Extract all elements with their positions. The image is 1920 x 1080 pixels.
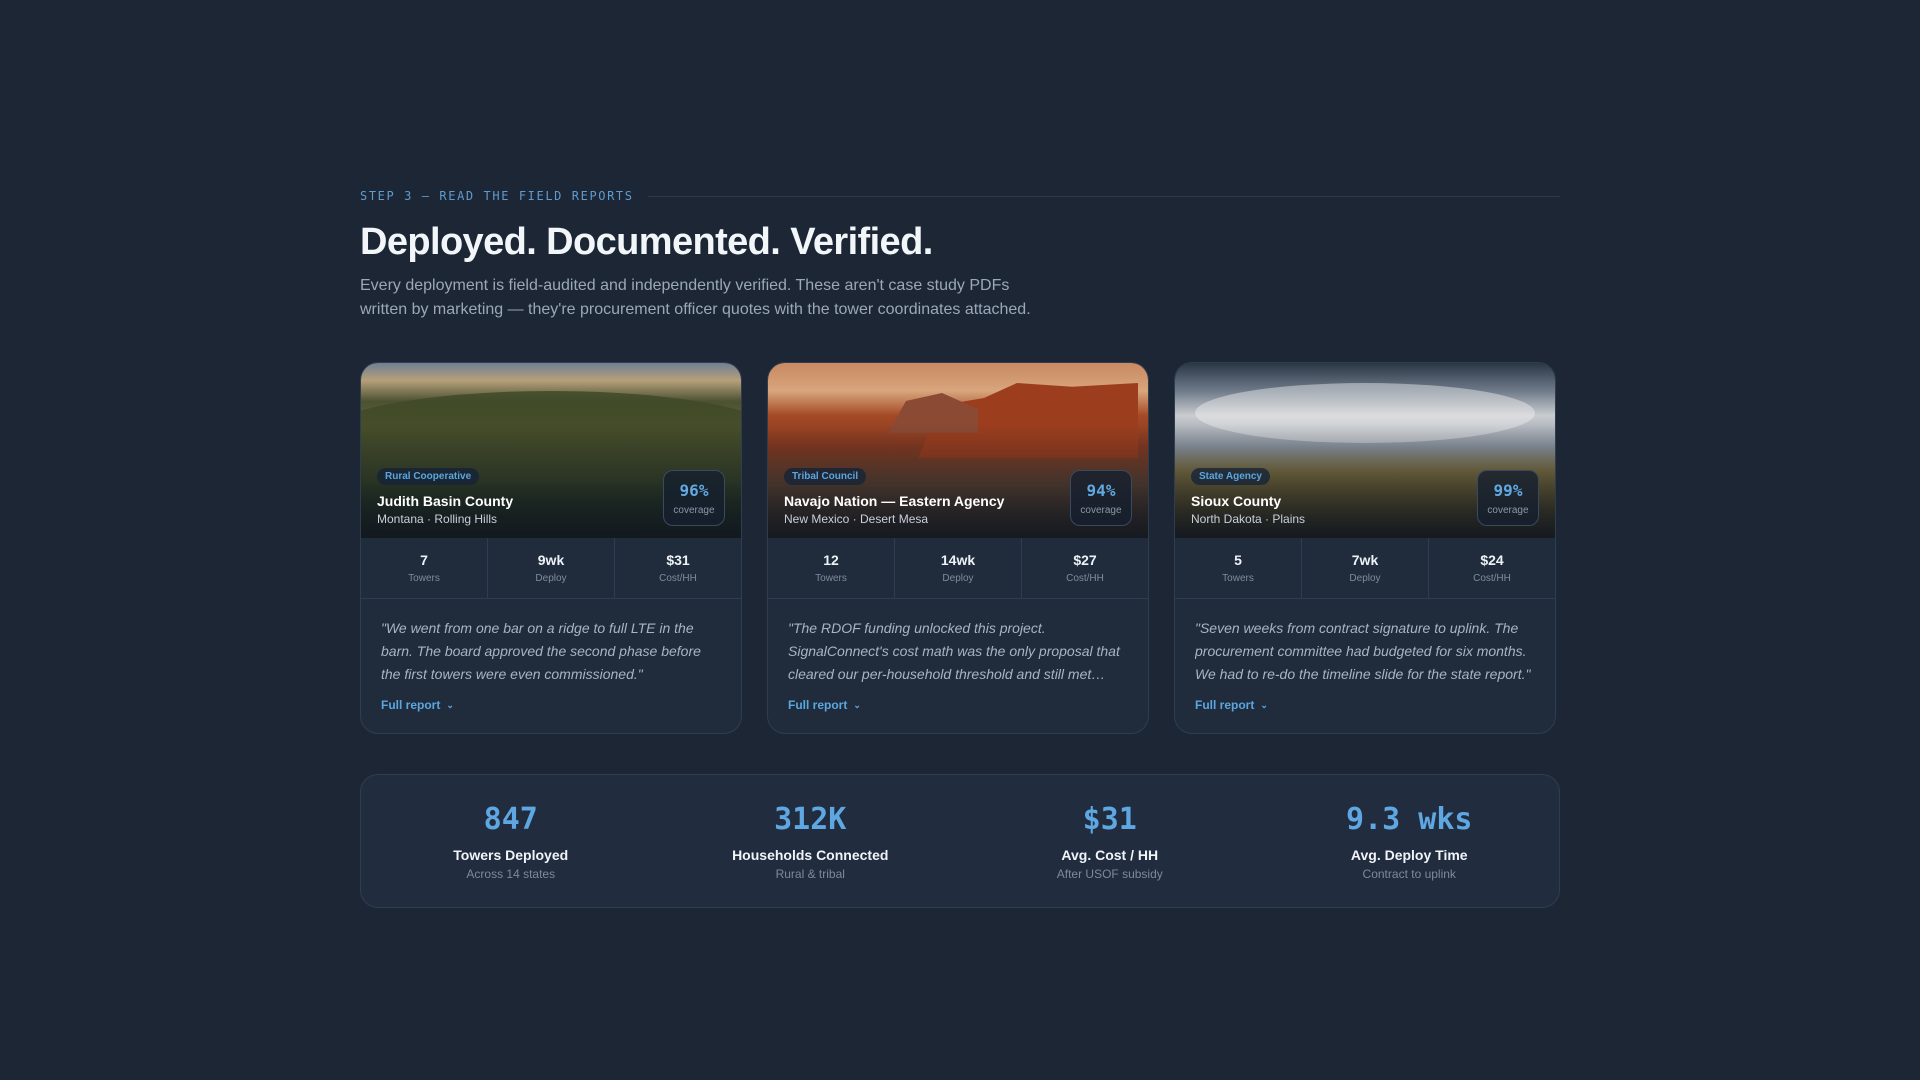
stat-label: Towers [408,573,440,584]
summary-sublabel: Rural & tribal [775,866,845,881]
card-quote-area: "Seven weeks from contract signature to … [1175,599,1555,714]
card-location: Rural Cooperative Judith Basin County Mo… [377,466,513,526]
eyebrow-row: STEP 3 — READ THE FIELD REPORTS [360,186,1560,206]
summary-avg-deploy-time: 9.3 wks Avg. Deploy Time Contract to upl… [1260,802,1560,881]
card-quote-area: "We went from one bar on a ridge to full… [361,599,741,714]
stat-label: Deploy [942,573,974,584]
stat-deploy: 7wk Deploy [1302,538,1429,598]
summary-label: Households Connected [732,846,889,863]
stat-value: 12 [823,552,839,568]
testimonial-quote: "The RDOF funding unlocked this project.… [788,620,1120,682]
chevron-down-icon: ⌄ [1260,699,1268,710]
stat-cost: $27 Cost/HH [1022,538,1148,598]
full-report-link[interactable]: Full report ⌄ [381,698,454,712]
summary-label: Towers Deployed [453,846,569,863]
summary-sublabel: After USOF subsidy [1056,866,1163,881]
full-report-link[interactable]: Full report ⌄ [1195,698,1268,712]
desert-butte-image [888,393,978,433]
summary-towers-deployed: 847 Towers Deployed Across 14 states [361,802,661,881]
stat-value: 7wk [1351,552,1379,568]
category-badge: State Agency [1191,468,1270,485]
chevron-down-icon: ⌄ [853,699,861,710]
full-report-label: Full report [788,698,848,712]
report-card: Rural Cooperative Judith Basin County Mo… [360,362,742,734]
testimonial-quote: "We went from one bar on a ridge to full… [381,620,701,682]
card-subtitle: North Dakota · Plains [1191,512,1306,526]
coverage-value: 99% [1493,480,1523,500]
coverage-value: 96% [679,480,709,500]
card-hero-image: Rural Cooperative Judith Basin County Mo… [361,363,741,538]
coverage-value: 94% [1086,480,1116,500]
stat-label: Cost/HH [659,573,697,584]
field-reports-section: STEP 3 — READ THE FIELD REPORTS Deployed… [360,186,1560,908]
stat-label: Towers [1222,573,1254,584]
coverage-badge: 94% coverage [1070,470,1132,526]
card-hero-image: State Agency Sioux County North Dakota ·… [1175,363,1555,538]
summary-label: Avg. Deploy Time [1350,846,1468,863]
stat-value: 14wk [940,552,976,568]
summary-sublabel: Contract to uplink [1362,866,1456,881]
summary-value: 847 [483,801,538,837]
card-location: State Agency Sioux County North Dakota ·… [1191,466,1305,526]
report-card: Tribal Council Navajo Nation — Eastern A… [767,362,1149,734]
card-location: Tribal Council Navajo Nation — Eastern A… [784,466,1004,526]
stat-label: Cost/HH [1473,573,1511,584]
summary-households-connected: 312K Households Connected Rural & tribal [661,802,961,881]
summary-value: 9.3 wks [1346,801,1473,837]
stat-value: 7 [420,552,428,568]
card-stats: 7 Towers 9wk Deploy $31 Cost/HH [361,538,741,599]
card-title: Navajo Nation — Eastern Agency [784,493,1005,509]
coverage-badge: 99% coverage [1477,470,1539,526]
card-subtitle: New Mexico · Desert Mesa [784,512,929,526]
coverage-label: coverage [1080,504,1122,516]
stat-deploy: 9wk Deploy [488,538,615,598]
stat-value: $24 [1480,552,1504,568]
desert-mesa-image [918,383,1138,458]
stat-towers: 5 Towers [1175,538,1302,598]
report-card: State Agency Sioux County North Dakota ·… [1174,362,1556,734]
summary-avg-cost: $31 Avg. Cost / HH After USOF subsidy [960,802,1260,881]
summary-value: $31 [1082,801,1137,837]
card-hero-image: Tribal Council Navajo Nation — Eastern A… [768,363,1148,538]
summary-value: 312K [774,801,847,837]
stat-cost: $24 Cost/HH [1429,538,1555,598]
coverage-label: coverage [673,504,715,516]
coverage-badge: 96% coverage [663,470,725,526]
stat-label: Cost/HH [1066,573,1104,584]
eyebrow-divider [647,195,1560,197]
card-title: Sioux County [1191,493,1282,509]
card-title: Judith Basin County [377,493,514,509]
card-quote-area: "The RDOF funding unlocked this project.… [768,599,1148,714]
stat-value: $27 [1073,552,1097,568]
full-report-link[interactable]: Full report ⌄ [788,698,861,712]
stat-deploy: 14wk Deploy [895,538,1022,598]
summary-label: Avg. Cost / HH [1061,846,1159,863]
stat-value: 9wk [537,552,565,568]
chevron-down-icon: ⌄ [446,699,454,710]
stat-value: 5 [1234,552,1242,568]
section-lede: Every deployment is field-audited and in… [360,277,1031,318]
stat-cost: $31 Cost/HH [615,538,741,598]
full-report-label: Full report [1195,698,1255,712]
summary-stats-bar: 847 Towers Deployed Across 14 states 312… [360,774,1560,908]
stat-towers: 7 Towers [361,538,488,598]
card-stats: 5 Towers 7wk Deploy $24 Cost/HH [1175,538,1555,599]
stat-value: $31 [666,552,690,568]
card-subtitle: Montana · Rolling Hills [377,512,498,526]
report-cards: Rural Cooperative Judith Basin County Mo… [360,362,1560,734]
section-title: Deployed. Documented. Verified. [360,221,933,263]
category-badge: Tribal Council [784,468,867,485]
coverage-label: coverage [1487,504,1529,516]
stat-towers: 12 Towers [768,538,895,598]
plains-sky-image [1195,383,1535,443]
stat-label: Towers [815,573,847,584]
full-report-label: Full report [381,698,441,712]
stat-label: Deploy [1349,573,1381,584]
testimonial-quote: "Seven weeks from contract signature to … [1195,620,1531,682]
stat-label: Deploy [535,573,567,584]
summary-sublabel: Across 14 states [466,866,556,881]
card-stats: 12 Towers 14wk Deploy $27 Cost/HH [768,538,1148,599]
category-badge: Rural Cooperative [377,468,480,485]
step-eyebrow: STEP 3 — READ THE FIELD REPORTS [360,189,634,203]
